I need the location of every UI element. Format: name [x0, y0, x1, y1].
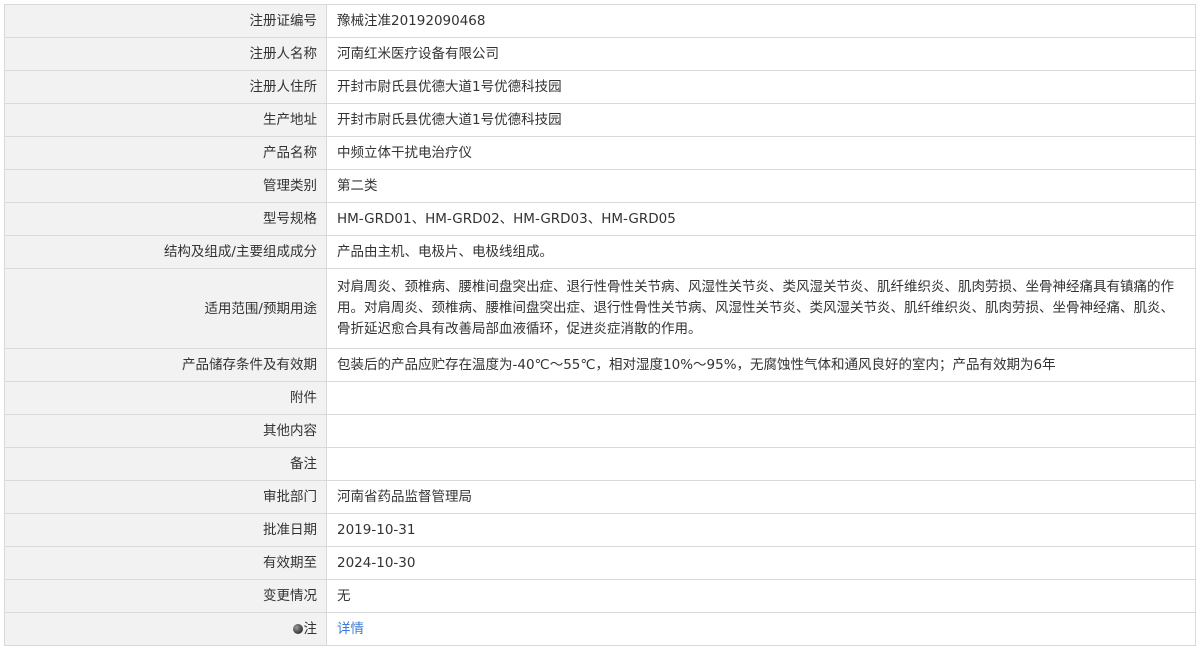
row-structure-composition: 结构及组成/主要组成成分 产品由主机、电极片、电极线组成。 [4, 235, 1196, 269]
row-label: 注册人住所 [4, 70, 327, 104]
row-label: 生产地址 [4, 103, 327, 137]
row-label: 型号规格 [4, 202, 327, 236]
row-label: 结构及组成/主要组成成分 [4, 235, 327, 269]
details-link[interactable]: 详情 [337, 621, 364, 637]
row-value: 对肩周炎、颈椎病、腰椎间盘突出症、退行性骨性关节病、风湿性关节炎、类风湿关节炎、… [326, 268, 1196, 349]
row-label: 注 [4, 612, 327, 646]
row-value: 开封市尉氏县优德大道1号优德科技园 [326, 103, 1196, 137]
row-value: 产品由主机、电极片、电极线组成。 [326, 235, 1196, 269]
row-value: 2024-10-30 [326, 546, 1196, 580]
row-label: 其他内容 [4, 414, 327, 448]
row-label: 注册人名称 [4, 37, 327, 71]
row-value: 河南省药品监督管理局 [326, 480, 1196, 514]
row-product-name: 产品名称 中频立体干扰电治疗仪 [4, 136, 1196, 170]
row-label: 批准日期 [4, 513, 327, 547]
row-value [326, 447, 1196, 481]
row-management-category: 管理类别 第二类 [4, 169, 1196, 203]
row-registrant-name: 注册人名称 河南红米医疗设备有限公司 [4, 37, 1196, 71]
note-label: 注 [303, 621, 318, 637]
row-value: 豫械注准20192090468 [326, 4, 1196, 38]
row-value [326, 414, 1196, 448]
row-value: 河南红米医疗设备有限公司 [326, 37, 1196, 71]
row-value: 包装后的产品应贮存在温度为-40℃～55℃，相对湿度10%～95%，无腐蚀性气体… [326, 348, 1196, 382]
row-label: 附件 [4, 381, 327, 415]
row-label: 管理类别 [4, 169, 327, 203]
row-remarks: 备注 [4, 447, 1196, 481]
row-intended-use: 适用范围/预期用途 对肩周炎、颈椎病、腰椎间盘突出症、退行性骨性关节病、风湿性关… [4, 268, 1196, 349]
row-value: HM-GRD01、HM-GRD02、HM-GRD03、HM-GRD05 [326, 202, 1196, 236]
registration-info-table: 注册证编号 豫械注准20192090468 注册人名称 河南红米医疗设备有限公司… [4, 4, 1196, 646]
row-value: 中频立体干扰电治疗仪 [326, 136, 1196, 170]
row-label: 变更情况 [4, 579, 327, 613]
row-label: 有效期至 [4, 546, 327, 580]
row-change-status: 变更情况 无 [4, 579, 1196, 613]
row-approval-department: 审批部门 河南省药品监督管理局 [4, 480, 1196, 514]
row-value: 无 [326, 579, 1196, 613]
row-valid-until: 有效期至 2024-10-30 [4, 546, 1196, 580]
row-note: 注 详情 [4, 612, 1196, 646]
row-label: 备注 [4, 447, 327, 481]
row-label: 产品储存条件及有效期 [4, 348, 327, 382]
info-dot-icon [292, 624, 303, 634]
row-other-content: 其他内容 [4, 414, 1196, 448]
row-value: 2019-10-31 [326, 513, 1196, 547]
row-label: 产品名称 [4, 136, 327, 170]
row-label: 审批部门 [4, 480, 327, 514]
row-production-address: 生产地址 开封市尉氏县优德大道1号优德科技园 [4, 103, 1196, 137]
row-approval-date: 批准日期 2019-10-31 [4, 513, 1196, 547]
row-value: 第二类 [326, 169, 1196, 203]
row-registrant-address: 注册人住所 开封市尉氏县优德大道1号优德科技园 [4, 70, 1196, 104]
row-value: 开封市尉氏县优德大道1号优德科技园 [326, 70, 1196, 104]
row-label: 注册证编号 [4, 4, 327, 38]
row-label: 适用范围/预期用途 [4, 268, 327, 349]
row-registration-number: 注册证编号 豫械注准20192090468 [4, 4, 1196, 38]
row-value [326, 381, 1196, 415]
row-value: 详情 [326, 612, 1196, 646]
row-attachments: 附件 [4, 381, 1196, 415]
row-storage-validity: 产品储存条件及有效期 包装后的产品应贮存在温度为-40℃～55℃，相对湿度10%… [4, 348, 1196, 382]
row-model-spec: 型号规格 HM-GRD01、HM-GRD02、HM-GRD03、HM-GRD05 [4, 202, 1196, 236]
